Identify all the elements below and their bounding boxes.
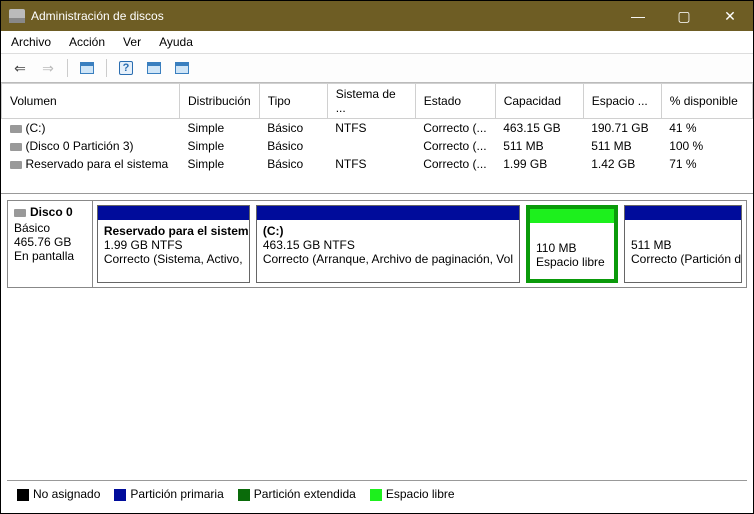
toolbar: ⇐ ⇒ ? — [1, 54, 753, 83]
table-row[interactable]: Reservado para el sistemaSimpleBásicoNTF… — [2, 155, 753, 173]
layout-icon-1[interactable] — [143, 58, 165, 78]
partition-3[interactable]: 511 MB Correcto (Partición de — [624, 205, 742, 283]
col-volumen[interactable]: Volumen — [2, 84, 180, 119]
menu-ver[interactable]: Ver — [123, 35, 141, 49]
disk-mgmt-icon — [9, 9, 25, 23]
partition-header — [625, 206, 741, 220]
col-distribucion[interactable]: Distribución — [180, 84, 260, 119]
disk-status: En pantalla — [14, 249, 86, 263]
disk-icon — [14, 209, 26, 217]
col-capacidad[interactable]: Capacidad — [495, 84, 583, 119]
col-tipo[interactable]: Tipo — [259, 84, 327, 119]
menu-accion[interactable]: Acción — [69, 35, 105, 49]
table-row[interactable]: (Disco 0 Partición 3)SimpleBásicoCorrect… — [2, 137, 753, 155]
minimize-button[interactable]: — — [615, 1, 661, 31]
partition-reserved[interactable]: Reservado para el sistem 1.99 GB NTFS Co… — [97, 205, 250, 283]
help-button[interactable]: ? — [115, 58, 137, 78]
window: Administración de discos — ▢ ✕ Archivo A… — [0, 0, 754, 514]
disk-row[interactable]: Disco 0 Básico 465.76 GB En pantalla Res… — [7, 200, 747, 288]
volume-icon — [10, 161, 22, 169]
legend-swatch-primary — [114, 489, 126, 501]
disk-graphical-view: Disco 0 Básico 465.76 GB En pantalla Res… — [1, 193, 753, 513]
legend-swatch-unassigned — [17, 489, 29, 501]
volume-icon — [10, 125, 22, 133]
menubar: Archivo Acción Ver Ayuda — [1, 31, 753, 54]
partition-header — [98, 206, 249, 220]
window-title: Administración de discos — [31, 9, 615, 23]
menu-archivo[interactable]: Archivo — [11, 35, 51, 49]
back-button[interactable]: ⇐ — [9, 58, 31, 78]
partition-header — [530, 209, 614, 223]
forward-button[interactable]: ⇒ — [37, 58, 59, 78]
volume-table: Volumen Distribución Tipo Sistema de ...… — [1, 83, 753, 173]
layout-icon-2[interactable] — [171, 58, 193, 78]
menu-ayuda[interactable]: Ayuda — [159, 35, 193, 49]
partition-c[interactable]: (C:) 463.15 GB NTFS Correcto (Arranque, … — [256, 205, 520, 283]
maximize-button[interactable]: ▢ — [661, 1, 707, 31]
col-sistema[interactable]: Sistema de ... — [327, 84, 415, 119]
partition-header — [257, 206, 519, 220]
disk-info[interactable]: Disco 0 Básico 465.76 GB En pantalla — [8, 201, 93, 287]
table-header[interactable]: Volumen Distribución Tipo Sistema de ...… — [2, 84, 753, 119]
partition-freespace-selected[interactable]: 110 MB Espacio libre — [526, 205, 618, 283]
volume-icon — [10, 143, 22, 151]
col-espacio[interactable]: Espacio ... — [583, 84, 661, 119]
legend: No asignado Partición primaria Partición… — [7, 480, 747, 507]
legend-swatch-extended — [238, 489, 250, 501]
titlebar[interactable]: Administración de discos — ▢ ✕ — [1, 1, 753, 31]
col-porcentaje[interactable]: % disponible — [661, 84, 752, 119]
disk-size: 465.76 GB — [14, 235, 86, 249]
view-icon[interactable] — [76, 58, 98, 78]
legend-swatch-free — [370, 489, 382, 501]
col-estado[interactable]: Estado — [415, 84, 495, 119]
table-row[interactable]: (C:)SimpleBásicoNTFSCorrecto (...463.15 … — [2, 119, 753, 138]
disk-type: Básico — [14, 221, 86, 235]
close-button[interactable]: ✕ — [707, 1, 753, 31]
